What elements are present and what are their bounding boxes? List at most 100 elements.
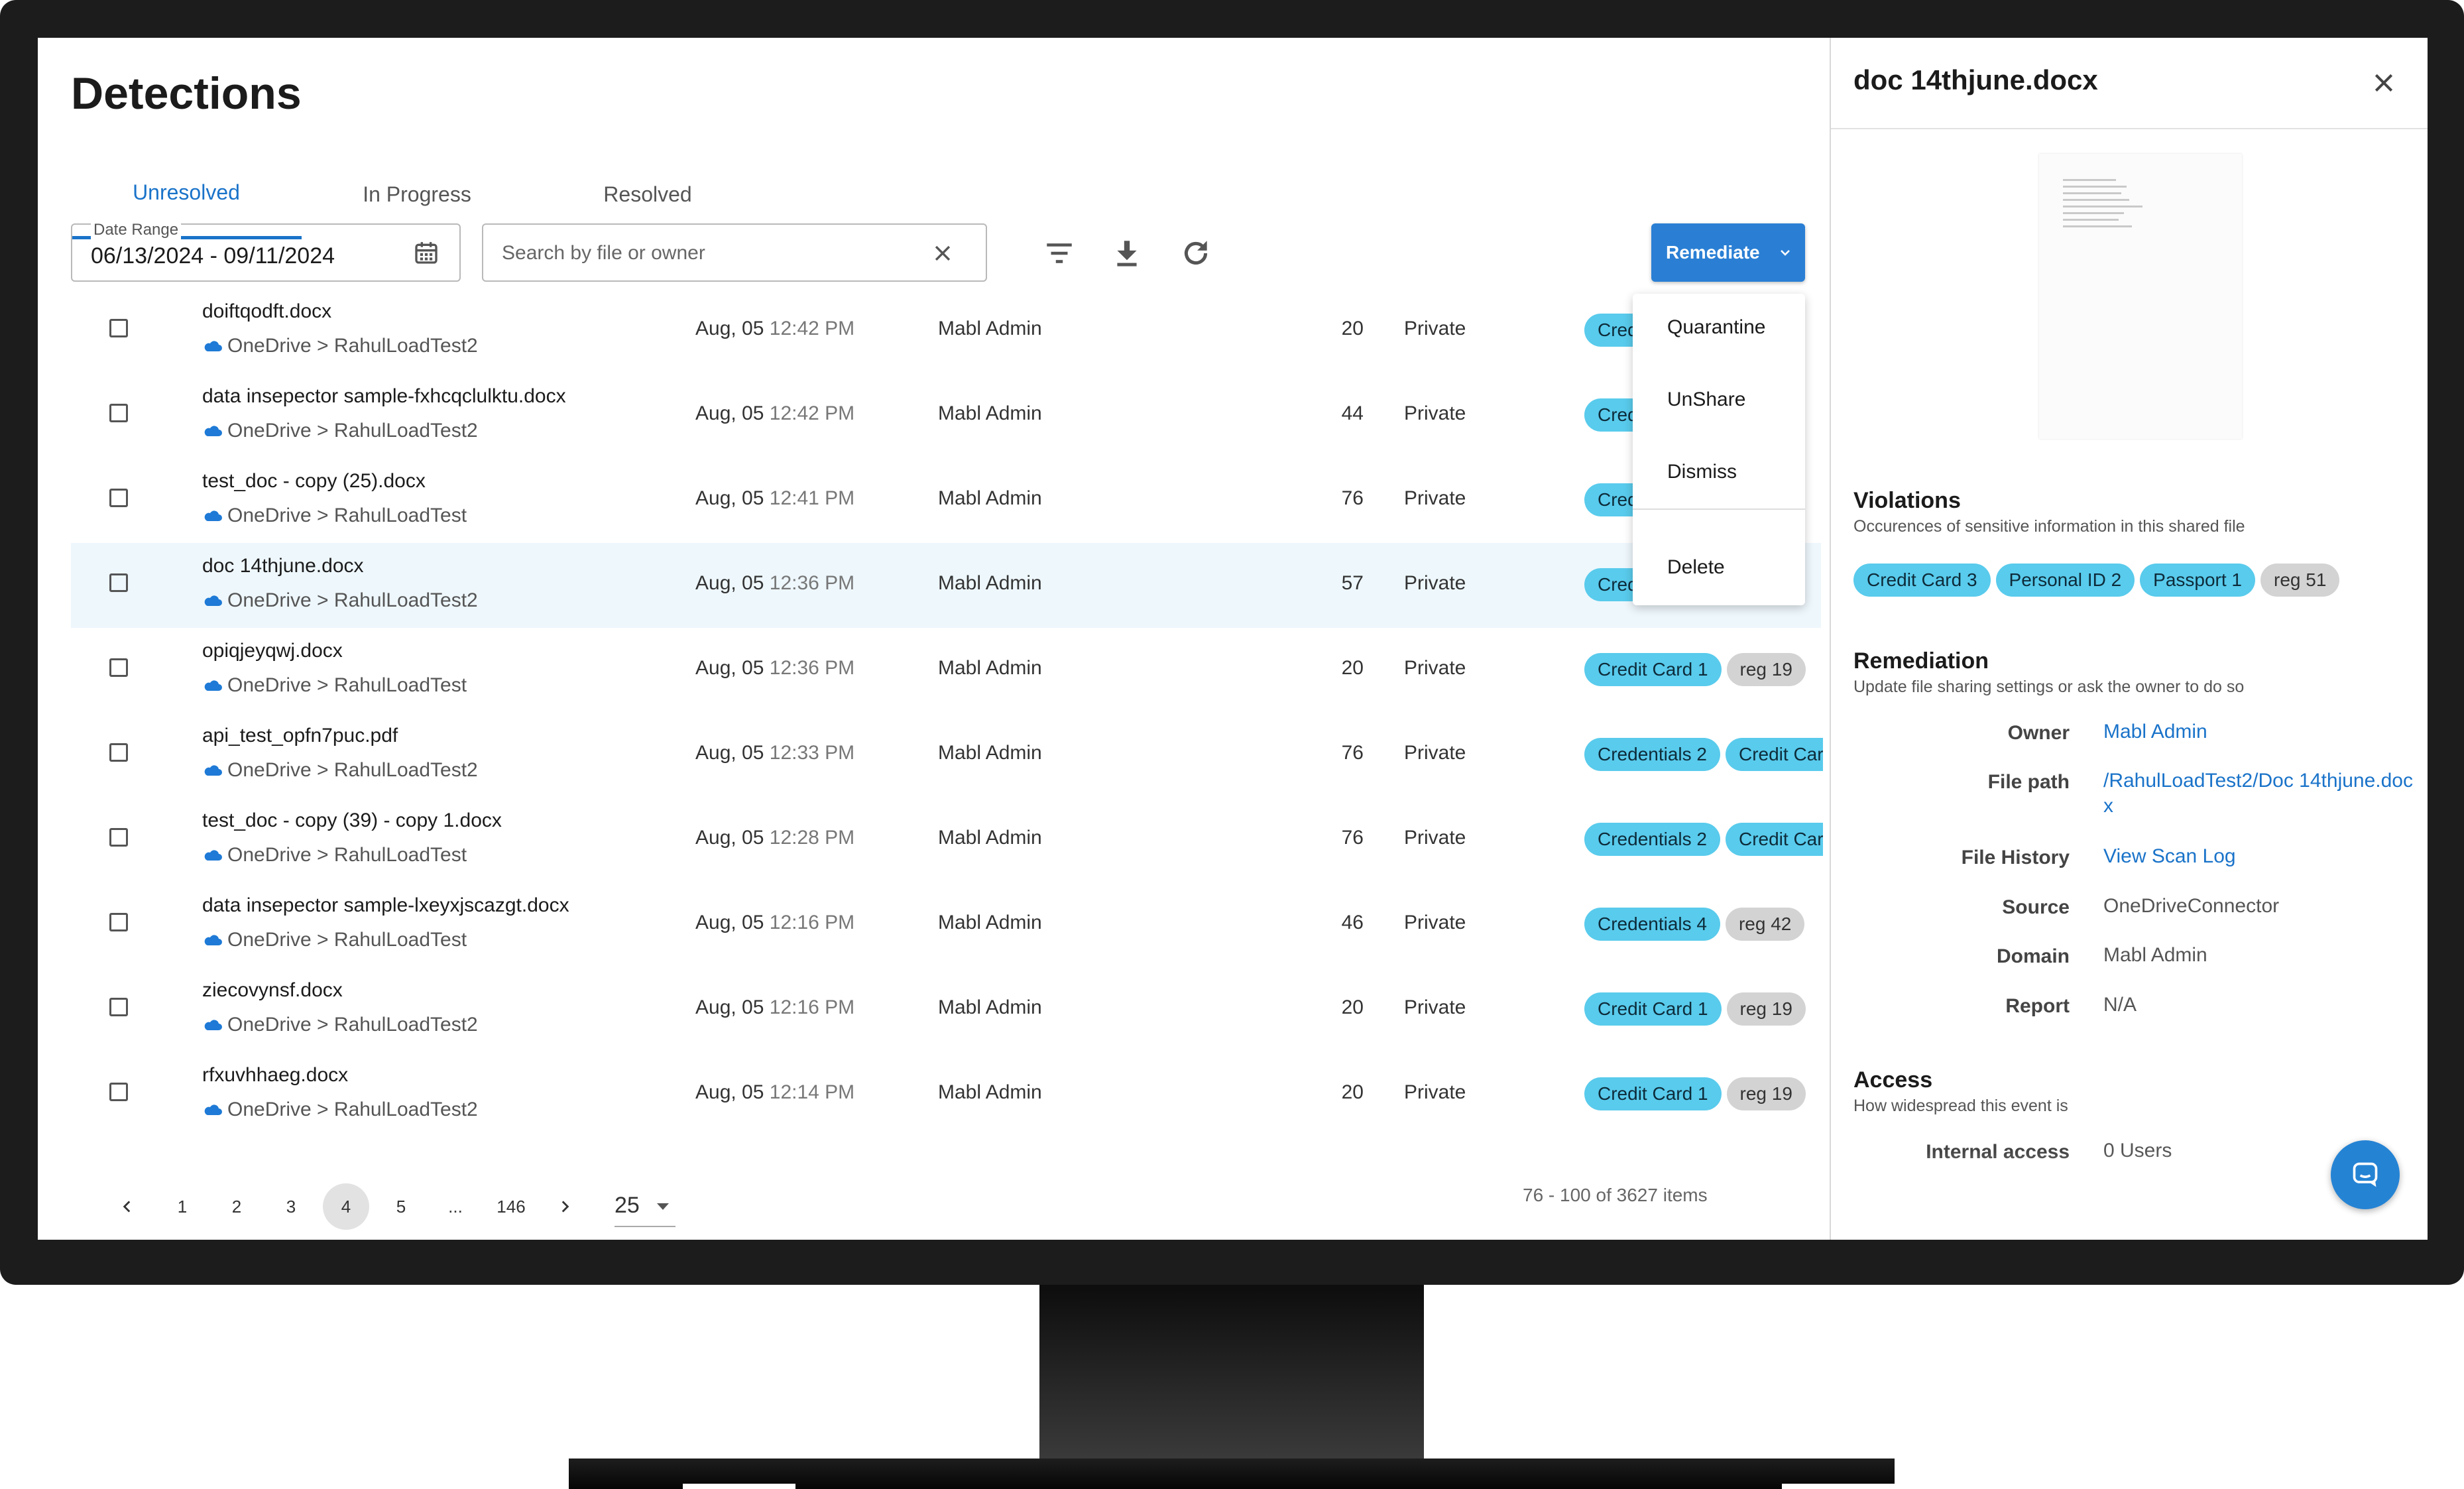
page-button[interactable]: 1 <box>159 1183 205 1230</box>
detail-filepath-link[interactable]: /RahulLoadTest2/Doc 14thjune.docx <box>2103 768 2422 819</box>
file-name[interactable]: test_doc - copy (25).docx <box>202 470 426 493</box>
detections-main: Detections Unresolved In Progress Resolv… <box>38 38 1828 1240</box>
remediate-button[interactable]: Remediate <box>1651 223 1805 282</box>
file-path: OneDrive > RahulLoadTest <box>227 844 467 866</box>
page-title: Detections <box>71 68 302 119</box>
row-checkbox[interactable] <box>109 743 128 762</box>
detected-date: Aug, 05 <box>695 912 764 933</box>
remediation-title: Remediation <box>1853 648 1989 674</box>
row-checkbox[interactable] <box>109 573 128 592</box>
close-icon[interactable] <box>2371 70 2397 96</box>
file-path: OneDrive > RahulLoadTest <box>227 929 467 951</box>
file-name[interactable]: data insepector sample-lxeyxjscazgt.docx <box>202 894 569 917</box>
row-checkbox[interactable] <box>109 658 128 677</box>
filter-icon[interactable] <box>1043 237 1076 270</box>
chat-support-button[interactable] <box>2331 1140 2400 1209</box>
table-row[interactable]: data insepector sample-lxeyxjscazgt.docx… <box>71 882 1821 967</box>
detected-time: Aug, 05 12:36 PM <box>695 572 854 595</box>
download-icon[interactable] <box>1110 237 1144 270</box>
file-path: OneDrive > RahulLoadTest2 <box>227 335 478 357</box>
violation-chips: Credit Card 1 reg 19 <box>1584 653 1823 689</box>
row-checkbox[interactable] <box>109 998 128 1016</box>
app-screen: Detections Unresolved In Progress Resolv… <box>38 38 2428 1240</box>
file-owner: Mabl Admin <box>938 657 1042 679</box>
row-checkbox[interactable] <box>109 489 128 507</box>
caret-down-icon <box>657 1203 669 1210</box>
menu-item-unshare[interactable]: UnShare <box>1667 388 1745 411</box>
search-input[interactable]: Search by file or owner <box>482 223 987 282</box>
menu-item-delete[interactable]: Delete <box>1667 556 1725 579</box>
date-range-field[interactable]: Date Range 06/13/2024 - 09/11/2024 <box>71 221 461 282</box>
menu-item-dismiss[interactable]: Dismiss <box>1667 461 1737 483</box>
detected-time: Aug, 05 12:16 PM <box>695 912 854 934</box>
row-checkbox[interactable] <box>109 404 128 422</box>
detail-source-value: OneDriveConnector <box>2103 895 2280 917</box>
row-checkbox[interactable] <box>109 1083 128 1101</box>
menu-item-quarantine[interactable]: Quarantine <box>1667 316 1765 339</box>
file-name[interactable]: api_test_opfn7puc.pdf <box>202 725 398 747</box>
file-location: OneDrive > RahulLoadTest2 <box>202 335 478 357</box>
onedrive-icon <box>204 765 222 776</box>
table-row[interactable]: test_doc - copy (25).docx OneDrive > Rahu… <box>71 458 1821 543</box>
file-visibility: Private <box>1404 996 1466 1018</box>
table-row[interactable]: doc 14thjune.docx OneDrive > RahulLoadTes… <box>71 543 1821 628</box>
table-row[interactable]: data insepector sample-fxhcqclulktu.docx… <box>71 373 1821 458</box>
file-owner: Mabl Admin <box>938 572 1042 594</box>
row-checkbox[interactable] <box>109 828 128 847</box>
table-row[interactable]: rfxuvhhaeg.docx OneDrive > RahulLoadTest2… <box>71 1052 1821 1137</box>
violation-chip: Credit Card 1 <box>1584 992 1722 1026</box>
file-name[interactable]: data insepector sample-fxhcqclulktu.docx <box>202 385 566 408</box>
table-row[interactable]: doiftqodft.docx OneDrive > RahulLoadTest2… <box>71 288 1821 373</box>
file-owner: Mabl Admin <box>938 318 1042 339</box>
refresh-icon[interactable] <box>1179 237 1212 270</box>
page-button[interactable]: 146 <box>488 1183 534 1230</box>
file-name[interactable]: opiqjeyqwj.docx <box>202 640 343 662</box>
view-scan-log-link[interactable]: View Scan Log <box>2103 844 2422 869</box>
detected-date: Aug, 05 <box>695 742 764 764</box>
next-page-button[interactable] <box>542 1183 588 1230</box>
page-button[interactable]: 5 <box>378 1183 424 1230</box>
detected-date: Aug, 05 <box>695 318 764 339</box>
file-visibility: Private <box>1404 572 1466 594</box>
file-visibility: Private <box>1404 827 1466 849</box>
table-row[interactable]: ziecovynsf.docx OneDrive > RahulLoadTest2… <box>71 967 1821 1052</box>
row-checkbox[interactable] <box>109 319 128 337</box>
onedrive-icon <box>204 1020 222 1030</box>
calendar-icon[interactable] <box>413 239 440 266</box>
clear-search-icon[interactable] <box>931 242 954 265</box>
items-summary: 76 - 100 of 3627 items <box>1523 1185 1708 1205</box>
table-row[interactable]: test_doc - copy (39) - copy 1.docx OneDri… <box>71 798 1823 882</box>
detail-report-label: Report <box>2005 995 2070 1017</box>
detected-clock: 12:36 PM <box>769 572 855 594</box>
violation-chip: Personal ID 2 <box>1995 564 2135 597</box>
violation-chips: Credit Card 3 Personal ID 2 Passport 1 reg … <box>1853 564 2345 597</box>
page-button[interactable]: 3 <box>268 1183 314 1230</box>
row-checkbox[interactable] <box>109 913 128 931</box>
file-name[interactable]: ziecovynsf.docx <box>202 979 343 1002</box>
detected-clock: 12:33 PM <box>769 742 855 764</box>
violation-chip: Credentials 2 <box>1584 823 1720 856</box>
file-path: OneDrive > RahulLoadTest2 <box>227 589 478 611</box>
file-name[interactable]: test_doc - copy (39) - copy 1.docx <box>202 809 502 832</box>
table-row[interactable]: api_test_opfn7puc.pdf OneDrive > RahulLoa… <box>71 713 1823 798</box>
prev-page-button[interactable] <box>104 1183 150 1230</box>
file-name[interactable]: doc 14thjune.docx <box>202 555 364 577</box>
violations-title: Violations <box>1853 488 1961 513</box>
file-visibility: Private <box>1404 318 1466 339</box>
table-row[interactable]: opiqjeyqwj.docx OneDrive > RahulLoadTest A… <box>71 628 1821 713</box>
stand-notch-right <box>1782 1484 1895 1489</box>
detected-date: Aug, 05 <box>695 996 764 1018</box>
violation-chips: Credentials 2Credit Card <box>1584 823 1823 859</box>
page-button-active[interactable]: 4 <box>323 1183 369 1230</box>
file-owner: Mabl Admin <box>938 487 1042 509</box>
page-button[interactable]: 2 <box>213 1183 260 1230</box>
document-thumbnail <box>2039 154 2242 439</box>
page-size-select[interactable]: 25 <box>615 1187 675 1227</box>
file-name[interactable]: rfxuvhhaeg.docx <box>202 1064 348 1087</box>
file-name[interactable]: doiftqodft.docx <box>202 300 331 323</box>
file-visibility: Private <box>1404 742 1466 764</box>
file-owner: Mabl Admin <box>938 402 1042 424</box>
file-owner: Mabl Admin <box>938 827 1042 849</box>
detail-owner-link[interactable]: Mabl Admin <box>2103 719 2422 744</box>
onedrive-icon <box>204 595 222 606</box>
